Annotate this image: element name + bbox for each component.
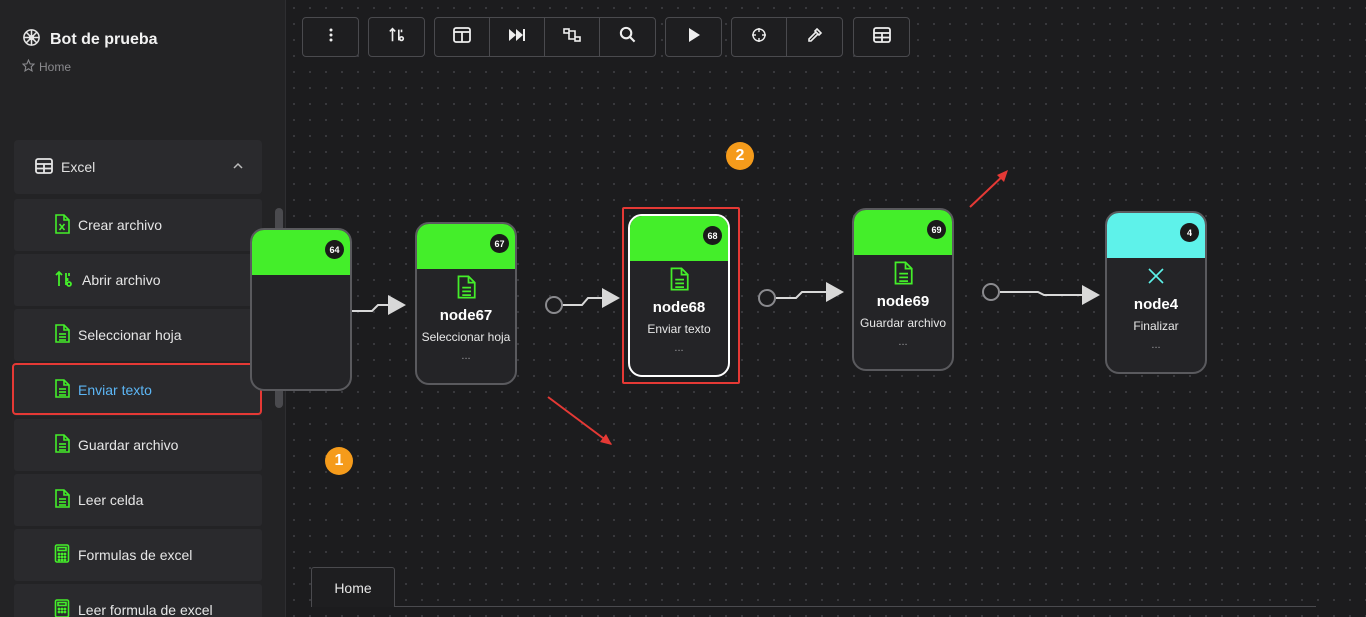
- node-output-port[interactable]: [982, 283, 1000, 301]
- breadcrumb[interactable]: Home: [21, 58, 71, 75]
- sidebar-item-abrir-archivo[interactable]: Abrir archivo: [14, 254, 262, 306]
- excel-file-icon: [54, 213, 70, 237]
- close-icon: [1107, 264, 1205, 288]
- sidebar-item-leer-formula-de-excel[interactable]: Leer formula de excel: [14, 584, 262, 617]
- sidebar-item-label: Guardar archivo: [78, 437, 179, 453]
- node-id-badge: 64: [325, 240, 344, 259]
- sidebar-item-label: Crear archivo: [78, 217, 163, 233]
- node-more[interactable]: ...: [854, 336, 952, 348]
- node-header: 64: [252, 230, 350, 275]
- sidebar-item-seleccionar-hoja[interactable]: Seleccionar hoja: [14, 309, 262, 361]
- sidebar-item-guardar-archivo[interactable]: Guardar archivo: [14, 419, 262, 471]
- document-icon: [54, 434, 70, 456]
- sidebar-item-label: Leer celda: [78, 492, 144, 508]
- sidebar: Bot de prueba Home Excel Crear archivo A…: [0, 0, 286, 617]
- sidebar-item-leer-celda[interactable]: Leer celda: [14, 474, 262, 526]
- node-header: 69: [854, 210, 952, 255]
- star-icon[interactable]: [21, 58, 36, 75]
- document-icon: [854, 261, 952, 285]
- group-excel[interactable]: Excel: [14, 140, 262, 194]
- sidebar-item-formulas-de-excel[interactable]: Formulas de excel: [14, 529, 262, 581]
- node-subtitle: Seleccionar hoja: [421, 330, 511, 344]
- node-name: node67: [439, 307, 493, 324]
- group-label: Excel: [61, 159, 96, 175]
- node-more[interactable]: ...: [417, 350, 515, 362]
- node-output-port[interactable]: [545, 296, 563, 314]
- annotation-highlight-sidebar: [12, 363, 262, 415]
- flow-node-64[interactable]: 64: [250, 228, 352, 391]
- table-icon: [35, 157, 53, 177]
- chevron-up-icon[interactable]: [232, 159, 244, 175]
- app-title: Bot de prueba: [50, 31, 158, 48]
- calculator-icon: [54, 544, 70, 566]
- document-icon: [54, 489, 70, 511]
- sidebar-item-label: Leer formula de excel: [78, 602, 213, 617]
- sidebar-item-label: Seleccionar hoja: [78, 327, 182, 343]
- annotation-marker-2: 2: [726, 142, 754, 170]
- node-id-badge: 4: [1180, 223, 1199, 242]
- flow-node-4[interactable]: 4 node4 Finalizar ...: [1105, 211, 1207, 374]
- annotation-marker-1: 1: [325, 447, 353, 475]
- node-subtitle: Finalizar: [1133, 319, 1179, 333]
- sidebar-item-label: Abrir archivo: [82, 272, 161, 288]
- node-name: node69: [876, 293, 930, 310]
- breadcrumb-home[interactable]: Home: [39, 60, 71, 74]
- tab-home[interactable]: Home: [311, 567, 395, 607]
- document-icon: [417, 275, 515, 299]
- sidebar-item-crear-archivo[interactable]: Crear archivo: [14, 199, 262, 251]
- sidebar-item-label: Formulas de excel: [78, 547, 193, 563]
- app-window: Bot de prueba Home Excel Crear archivo A…: [0, 0, 1366, 617]
- flow-node-69[interactable]: 69 node69 Guardar archivo ...: [852, 208, 954, 371]
- node-header: 67: [417, 224, 515, 269]
- calculator-icon: [54, 599, 70, 617]
- node-name: node4: [1133, 296, 1179, 313]
- node-id-badge: 69: [927, 220, 946, 239]
- brand: Bot de prueba: [22, 28, 158, 52]
- sort-arrows-icon: [54, 269, 74, 292]
- tab-divider: [395, 606, 1316, 607]
- flow-node-67[interactable]: 67 node67 Seleccionar hoja ...: [415, 222, 517, 385]
- wheel-icon: [22, 28, 41, 52]
- node-output-port[interactable]: [758, 289, 776, 307]
- node-header: 4: [1107, 213, 1205, 258]
- node-subtitle: Guardar archivo: [859, 316, 947, 330]
- document-icon: [54, 324, 70, 346]
- annotation-highlight-node: [622, 207, 740, 384]
- node-id-badge: 67: [490, 234, 509, 253]
- node-more[interactable]: ...: [1107, 339, 1205, 351]
